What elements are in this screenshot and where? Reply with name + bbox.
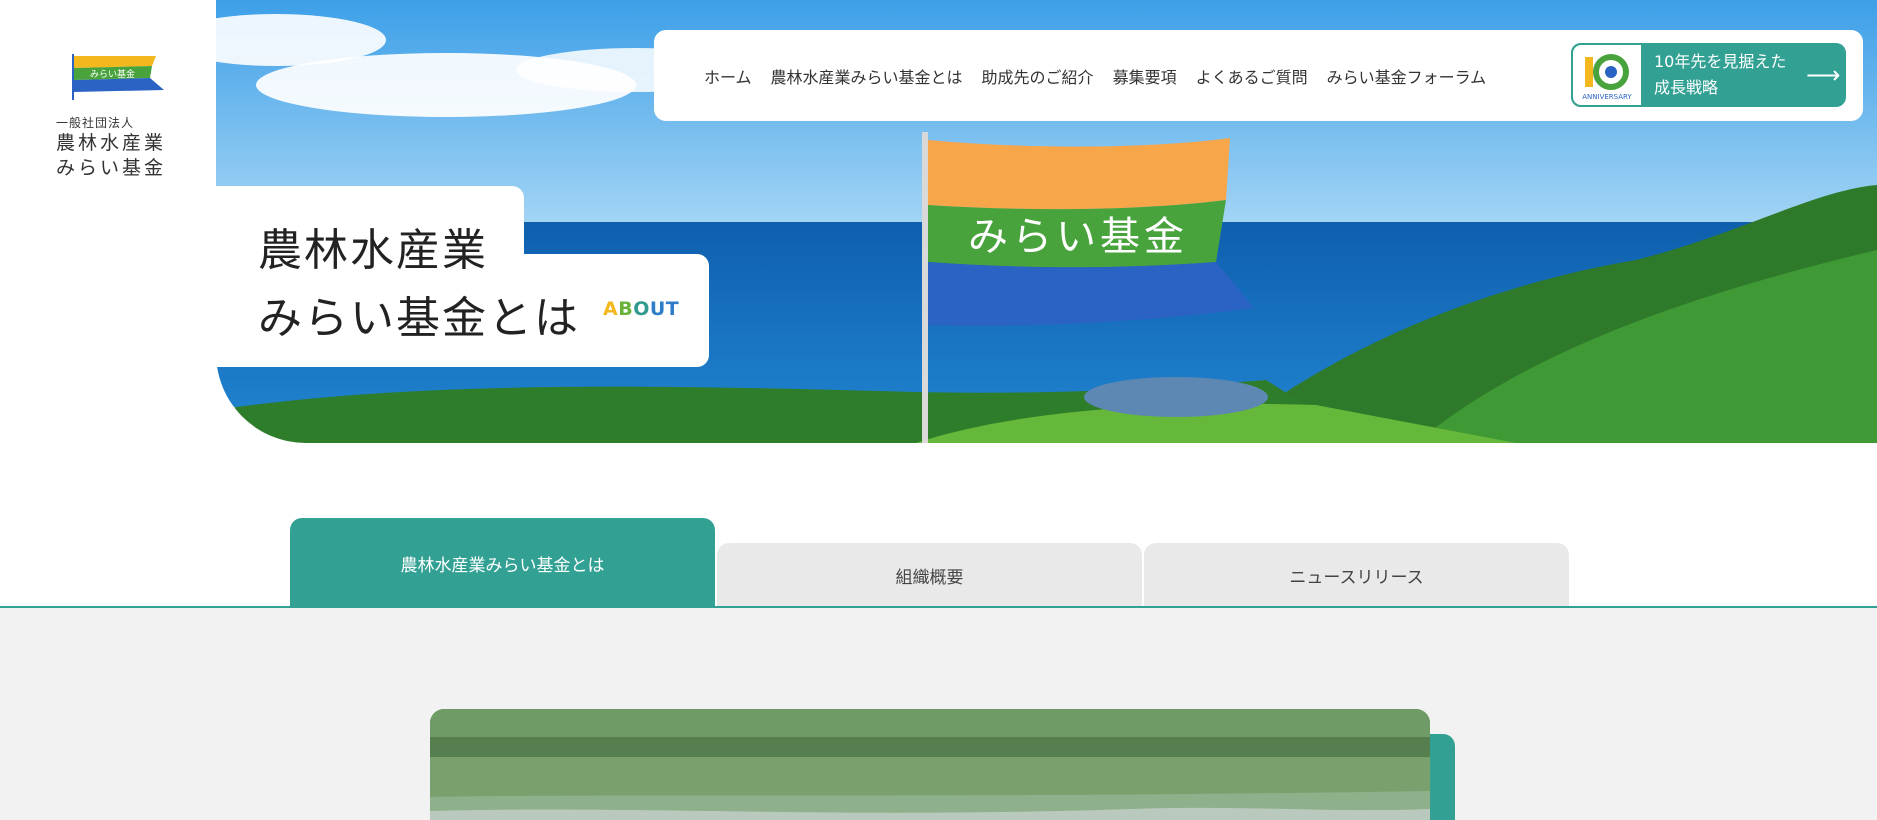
anniversary-line1: 10年先を見据えた [1654, 52, 1787, 71]
nav-guidelines[interactable]: 募集要項 [1113, 64, 1177, 88]
anniversary-line2: 成長戦略 [1654, 78, 1719, 97]
anniversary-10-icon: ANNIVERSARY [1582, 54, 1632, 101]
about-label: ABOUT [603, 298, 680, 320]
main-navigation: ホーム 農林水産業みらい基金とは 助成先のご紹介 募集要項 よくあるご質問 みら… [654, 30, 1863, 121]
logo-flag-text: みらい基金 [90, 68, 135, 80]
nav-faq[interactable]: よくあるご質問 [1196, 64, 1308, 88]
nav-grantees[interactable]: 助成先のご紹介 [982, 64, 1094, 88]
page-title-line1: 農林水産業 [258, 225, 488, 276]
anniversary-strategy-button[interactable]: ANNIVERSARY 10年先を見据えた 成長戦略 ⟶ [1571, 43, 1846, 107]
nav-forum[interactable]: みらい基金フォーラム [1327, 64, 1487, 88]
hero-flag-text: みらい基金 [968, 214, 1188, 260]
rice-paddy-image [430, 709, 1430, 820]
tab-news-release[interactable]: ニュースリリース [1144, 543, 1569, 607]
tab-organization[interactable]: 組織概要 [717, 543, 1142, 607]
nav-about[interactable]: 農林水産業みらい基金とは [771, 64, 963, 88]
logo-name-line1: 農林水産業 [56, 132, 167, 154]
rice-paddy-photo [430, 709, 1430, 820]
logo-name-line2: みらい基金 [56, 157, 167, 179]
site-logo[interactable]: みらい基金 一般社団法人 農林水産業 みらい基金 [56, 52, 176, 181]
logo-column: みらい基金 一般社団法人 農林水産業 みらい基金 [0, 0, 216, 446]
tab-about-fund[interactable]: 農林水産業みらい基金とは [290, 518, 715, 607]
page-title-line2: みらい基金とは [258, 293, 580, 344]
anniversary-badge: ANNIVERSARY [1571, 43, 1643, 107]
logo-subtitle: 一般社団法人 [56, 116, 135, 130]
nav-home[interactable]: ホーム [704, 64, 752, 88]
tabs-divider [0, 606, 1877, 608]
arrow-right-icon: ⟶ [1806, 61, 1841, 89]
logo-flag-icon: みらい基金 [72, 54, 164, 100]
anniversary-label: ANNIVERSARY [1582, 93, 1632, 101]
